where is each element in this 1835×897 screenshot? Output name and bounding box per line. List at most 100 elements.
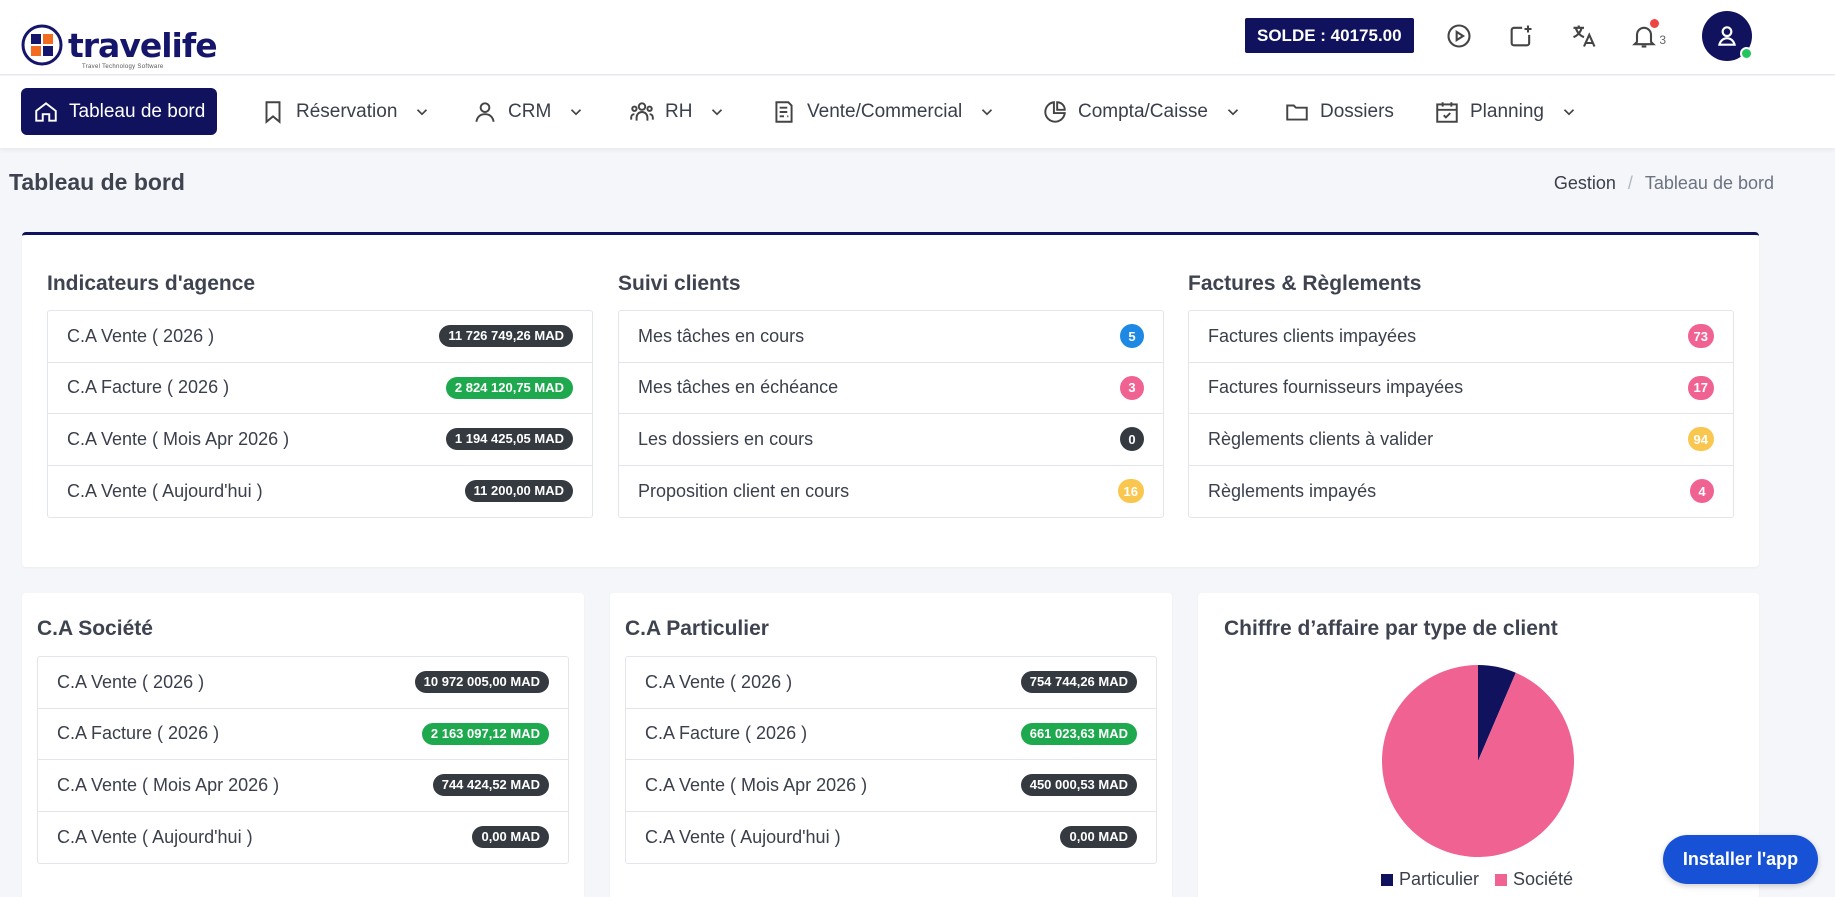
document-icon [775,100,793,123]
nav-label: Tableau de bord [69,100,206,122]
list-row[interactable]: C.A Vente ( Mois Apr 2026 ) 744 424,52 MA… [38,760,568,812]
notifications-button[interactable]: 3 [1626,18,1666,54]
bookmark-icon [265,100,281,124]
amount-badge: 2 163 097,12 MAD [421,722,549,745]
nav-label: RH [665,100,693,122]
nav-tableau-de-bord[interactable]: Tableau de bord [21,88,218,135]
list-row[interactable]: Factures clients impayées 73 [1189,311,1733,363]
nav-label: Planning [1470,100,1544,122]
list-row[interactable]: C.A Vente ( Mois Apr 2026 ) 450 000,53 MA… [626,760,1156,812]
list-row[interactable]: C.A Vente ( Aujourd'hui ) 11 200,00 MAD [48,466,592,518]
nav-planning[interactable]: Planning [1422,88,1590,135]
breadcrumb-separator: / [1627,173,1633,193]
list-row[interactable]: C.A Facture ( 2026 ) 661 023,63 MAD [626,709,1156,760]
breadcrumb-gestion[interactable]: Gestion [1554,173,1616,194]
nav-label: Vente/Commercial [807,100,963,122]
amount-badge: 11 200,00 MAD [464,480,573,503]
factures-list: Factures clients impayées 73 Factures four… [1188,310,1734,518]
row-label: Règlements impayés [1208,480,1377,501]
chevron-down-icon [1563,108,1575,115]
chevron-down-icon [982,108,993,115]
chart-legend: Particulier Société [1381,869,1573,890]
amount-badge: 10 972 005,00 MAD [414,671,549,694]
list-row[interactable]: Proposition client en cours 16 [619,466,1163,518]
travelife-logo[interactable]: travelife Travel Technology Software [20,22,218,70]
nav-reservation[interactable]: Réservation [248,88,443,135]
nav-label: CRM [508,100,552,122]
row-label: C.A Vente ( Mois Apr 2026 ) [57,774,280,795]
nav-dossiers[interactable]: Dossiers [1272,88,1406,135]
list-row[interactable]: C.A Facture ( 2026 ) 2 163 097,12 MAD [38,709,568,760]
language-button[interactable] [1566,18,1602,54]
legend-label-societe[interactable]: Société [1513,869,1573,890]
breadcrumb-current: Tableau de bord [1644,173,1774,193]
logo-text: travelife [68,25,218,65]
nav-rh[interactable]: RH [617,88,738,135]
add-window-button[interactable] [1503,18,1539,54]
row-label: Proposition client en cours [638,480,850,501]
suivi-clients-title: Suivi clients [618,272,741,295]
count-badge: 17 [1687,375,1714,400]
row-label: C.A Vente ( Mois Apr 2026 ) [67,428,290,449]
chevron-down-icon [417,108,428,115]
count-badge: 0 [1120,427,1144,452]
solde-badge: SOLDE : 40175.00 [1245,18,1414,53]
row-label: C.A Vente ( 2026 ) [645,671,793,692]
count-badge: 94 [1687,427,1714,452]
nav-label: Réservation [296,100,398,122]
play-circle-icon [1447,24,1471,48]
row-label: Mes tâches en échéance [638,377,839,398]
amount-badge: 661 023,63 MAD [1020,722,1137,745]
nav-vente-commercial[interactable]: Vente/Commercial [759,88,1008,135]
main-nav: Tableau de bord Réservation CRM RH Vente… [0,76,1835,148]
list-row[interactable]: C.A Vente ( 2026 ) 11 726 749,26 MAD [48,311,592,363]
window-plus-icon [1510,25,1532,47]
amount-badge: 754 744,26 MAD [1020,671,1137,694]
row-label: C.A Facture ( 2026 ) [57,723,220,744]
pie-slice-societe[interactable] [1382,665,1574,857]
chevron-down-icon [571,108,582,115]
nav-label: Compta/Caisse [1078,100,1208,122]
row-label: Factures fournisseurs impayées [1208,377,1464,398]
chevron-down-icon [1227,108,1238,115]
pie-chart-icon [1044,100,1066,123]
page-title: Tableau de bord [9,169,185,195]
notification-count: 3 [1659,33,1666,47]
install-app-button[interactable]: Installer l'app [1663,835,1818,884]
list-row[interactable]: C.A Vente ( Aujourd'hui ) 0,00 MAD [38,812,568,864]
list-row[interactable]: Règlements clients à valider 94 [1189,414,1733,466]
row-label: C.A Vente ( 2026 ) [57,671,205,692]
list-row[interactable]: C.A Vente ( Aujourd'hui ) 0,00 MAD [626,812,1156,864]
list-row[interactable]: Mes tâches en échéance 3 [619,363,1163,414]
list-row[interactable]: C.A Vente ( Mois Apr 2026 ) 1 194 425,05 … [48,414,592,466]
nav-compta-caisse[interactable]: Compta/Caisse [1030,88,1254,135]
suivi-clients-list: Mes tâches en cours 5 Mes tâches en échéan… [618,310,1164,518]
list-row[interactable]: Règlements impayés 4 [1189,466,1733,518]
logo-subtitle: Travel Technology Software [82,64,164,70]
online-status-dot [1740,47,1753,60]
row-label: Factures clients impayées [1208,325,1417,346]
count-badge: 16 [1117,479,1144,504]
user-avatar[interactable] [1702,11,1753,61]
list-row[interactable]: C.A Facture ( 2026 ) 2 824 120,75 MAD [48,363,592,414]
play-button[interactable] [1441,18,1477,54]
amount-badge: 2 824 120,75 MAD [445,376,573,399]
row-label: C.A Vente ( Aujourd'hui ) [67,480,263,501]
row-label: C.A Vente ( 2026 ) [67,325,215,346]
legend-label-particulier[interactable]: Particulier [1399,869,1479,890]
list-row[interactable]: Factures fournisseurs impayées 17 [1189,363,1733,414]
list-row[interactable]: C.A Vente ( 2026 ) 754 744,26 MAD [626,657,1156,709]
list-row[interactable]: Mes tâches en cours 5 [619,311,1163,363]
row-label: C.A Facture ( 2026 ) [645,723,808,744]
translate-icon [1573,25,1596,47]
list-row[interactable]: C.A Vente ( 2026 ) 10 972 005,00 MAD [38,657,568,709]
row-label: Les dossiers en cours [638,428,814,449]
logo-mark-icon [21,24,63,66]
breadcrumb: Gestion / Tableau de bord [1554,173,1774,194]
count-badge: 73 [1687,324,1714,349]
row-label: C.A Vente ( Mois Apr 2026 ) [645,774,868,795]
nav-crm[interactable]: CRM [460,88,597,135]
list-row[interactable]: Les dossiers en cours 0 [619,414,1163,466]
factures-title: Factures & Règlements [1188,272,1422,295]
amount-badge: 744 424,52 MAD [432,774,549,797]
